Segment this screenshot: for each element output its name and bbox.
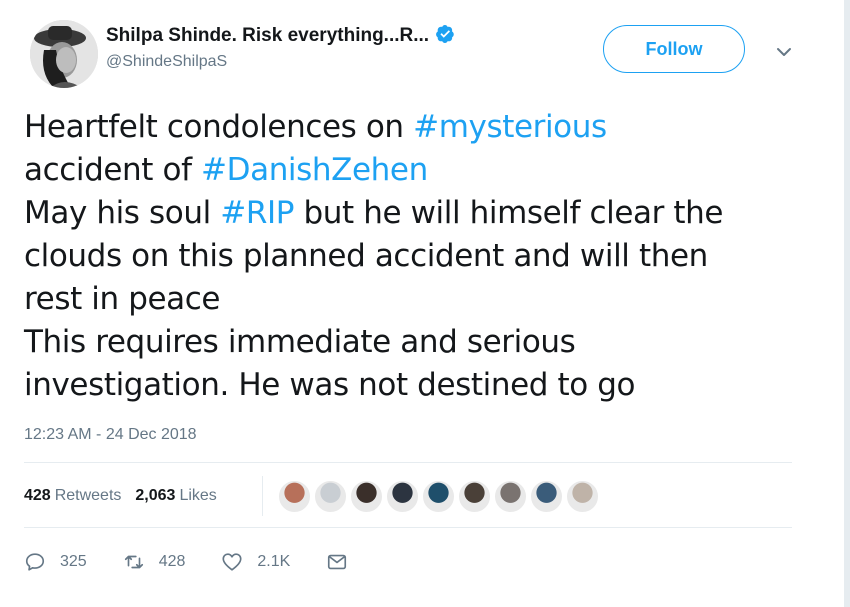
tweet-text-segment: Heartfelt condolences on (24, 109, 414, 145)
liker-avatar[interactable] (422, 480, 455, 513)
tweet-text-line: May his soul #RIP but he will himself cl… (24, 192, 814, 235)
display-name[interactable]: Shilpa Shinde. Risk everything...R... (106, 24, 455, 47)
heart-icon (222, 553, 242, 571)
tweet-text-segment: This requires immediate and serious (24, 324, 576, 360)
like-button[interactable]: 2.1K (221, 551, 290, 573)
envelope-icon (328, 554, 347, 570)
verified-badge-icon (436, 25, 454, 43)
liker-avatar[interactable] (458, 480, 491, 513)
liker-avatar[interactable] (566, 480, 599, 513)
liker-avatar[interactable] (494, 480, 527, 513)
direct-message-button[interactable] (326, 551, 348, 573)
tweet-text-line: This requires immediate and serious (24, 321, 814, 364)
hashtag-link[interactable]: #RIP (220, 195, 294, 231)
author-handle[interactable]: @ShindeShilpaS (106, 53, 455, 71)
liker-avatar[interactable] (530, 480, 563, 513)
tweet-text-segment: investigation. He was not destined to go (24, 367, 636, 403)
likes-stat[interactable]: 2,063 Likes (135, 487, 216, 505)
tweet-text: Heartfelt condolences on #mysterious acci… (24, 106, 814, 407)
hashtag-link[interactable]: #mysterious (413, 109, 607, 145)
tweet-text-line: investigation. He was not destined to go (24, 364, 814, 407)
liker-avatars (278, 480, 602, 513)
chevron-down-icon[interactable] (774, 42, 794, 62)
tweet-text-segment: but he will himself clear the (294, 195, 724, 231)
divider (24, 527, 792, 528)
tweet-timestamp[interactable]: 12:23 AM - 24 Dec 2018 (24, 426, 197, 444)
follow-button[interactable]: Follow (603, 25, 745, 73)
like-count: 2.1K (257, 553, 291, 570)
tweet-text-segment: accident of (24, 152, 202, 188)
display-name-text[interactable]: Shilpa Shinde. Risk everything...R... (106, 25, 429, 46)
avatar[interactable] (30, 20, 98, 88)
tweet-stats: 428 Retweets 2,063 Likes (24, 476, 231, 516)
liker-avatar[interactable] (314, 480, 347, 513)
reply-button[interactable]: 325 (24, 551, 87, 573)
tweet-text-segment: rest in peace (24, 281, 221, 317)
tweet-text-line: clouds on this planned accident and will… (24, 235, 814, 278)
tweet-text-line: Heartfelt condolences on #mysterious (24, 106, 814, 149)
scrollbar-track (844, 0, 850, 607)
liker-avatar[interactable] (386, 480, 419, 513)
tweet-card: Shilpa Shinde. Risk everything...R... @S… (0, 0, 850, 607)
tweet-text-line: accident of #DanishZehen (24, 149, 814, 192)
likes-count: 2,063 (135, 487, 176, 504)
author-info: Shilpa Shinde. Risk everything...R... @S… (106, 24, 455, 71)
reply-icon (25, 553, 45, 571)
stats-separator (262, 476, 263, 516)
tweet-text-segment: clouds on this planned accident and will… (24, 238, 708, 274)
retweet-button[interactable]: 428 (123, 551, 186, 573)
tweet-text-segment: May his soul (24, 195, 221, 231)
retweets-stat[interactable]: 428 Retweets (24, 487, 121, 505)
tweet-text-line: rest in peace (24, 278, 814, 321)
retweets-count: 428 (24, 487, 51, 504)
liker-avatar[interactable] (350, 480, 383, 513)
hashtag-link[interactable]: #DanishZehen (201, 152, 428, 188)
tweet-header: Shilpa Shinde. Risk everything...R... @S… (22, 18, 812, 88)
divider (24, 462, 792, 463)
liker-avatar[interactable] (278, 480, 311, 513)
tweet-actions: 325 428 2.1K (24, 545, 384, 579)
retweet-icon (124, 555, 143, 569)
retweets-label: Retweets (54, 487, 122, 504)
reply-count: 325 (60, 553, 87, 570)
likes-label: Likes (179, 487, 217, 504)
retweet-count: 428 (158, 553, 186, 570)
